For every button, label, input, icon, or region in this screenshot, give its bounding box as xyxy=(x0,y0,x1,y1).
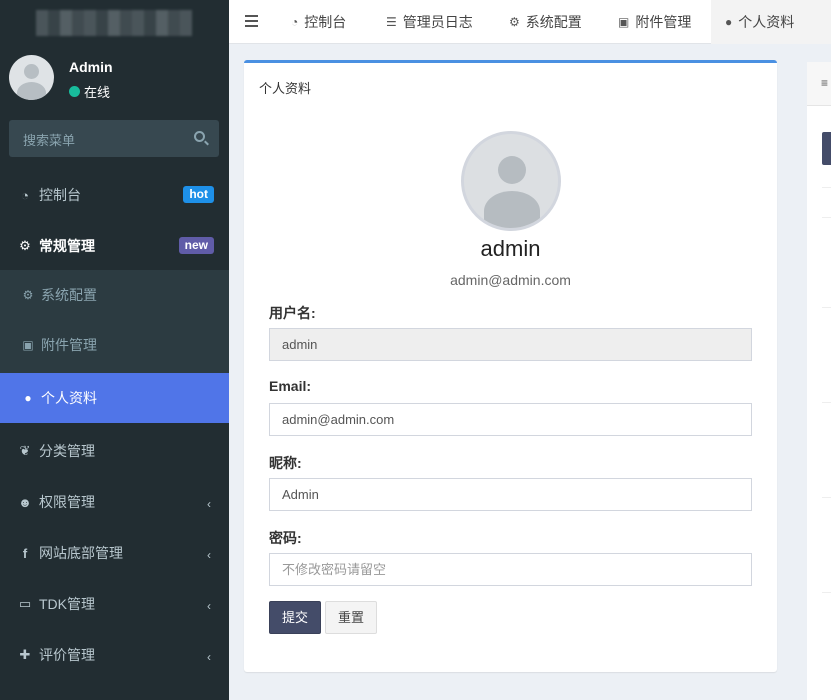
box-title: 个人资料 xyxy=(259,81,312,96)
tab-label: 系统配置 xyxy=(525,14,582,30)
sidebar-item-dashboard[interactable]: ◔ 控制台 hot xyxy=(0,170,229,220)
avatar xyxy=(9,55,54,100)
user-status: 在线 xyxy=(69,82,110,101)
sidebar: Admin 在线 搜索菜单 ◔ 控制台 hot ⚙ 常规管理 new ⚙ 系统配… xyxy=(0,0,229,700)
tab-label: 管理员日志 xyxy=(402,14,473,30)
dashboard-icon: ◔ xyxy=(21,187,29,203)
nickname-field[interactable]: Admin xyxy=(269,478,752,511)
divider xyxy=(822,497,831,498)
divider xyxy=(822,307,831,308)
submit-button[interactable]: 提交 xyxy=(269,601,321,634)
divider xyxy=(822,592,831,593)
tab-label: 控制台 xyxy=(304,14,347,30)
menu-toggle-icon[interactable] xyxy=(245,15,258,27)
chevron-left-icon: ‹ xyxy=(207,650,211,664)
sidebar-item-label: 网站底部管理 xyxy=(39,545,123,561)
profile-email: admin@admin.com xyxy=(450,272,571,288)
sidebar-item-label: 控制台 xyxy=(39,187,81,203)
gear-icon: ⚙ xyxy=(509,15,520,29)
tab-admin-log[interactable]: ☰ 管理员日志 xyxy=(372,0,487,44)
sidebar-item-system-config[interactable]: ⚙ 系统配置 xyxy=(0,270,229,320)
username-label: 用户名: xyxy=(269,305,316,321)
search-icon[interactable] xyxy=(194,131,205,142)
tab-profile[interactable]: ● 个人资料 xyxy=(711,0,831,44)
user-status-label: 在线 xyxy=(84,85,111,100)
sidebar-item-label: 权限管理 xyxy=(39,494,95,510)
email-field[interactable]: admin@admin.com xyxy=(269,403,752,436)
sidebar-item-reviews[interactable]: ✚ 评价管理 ‹ xyxy=(0,630,229,680)
sidebar-item-label: 个人资料 xyxy=(41,390,97,406)
sidebar-item-permissions[interactable]: ☻ 权限管理 ‹ xyxy=(0,477,229,527)
divider xyxy=(822,217,831,218)
desktop-icon: ▭ xyxy=(18,596,32,611)
sidebar-item-label: 系统配置 xyxy=(41,287,97,303)
logo xyxy=(36,10,192,36)
sidebar-item-label: 评价管理 xyxy=(39,647,95,663)
sidebar-item-label: 附件管理 xyxy=(41,337,97,353)
gear-icon: ⚙ xyxy=(22,288,34,302)
leaf-icon: ❦ xyxy=(19,443,31,458)
list-icon: ≡ xyxy=(821,76,829,90)
tab-label: 个人资料 xyxy=(738,14,795,30)
online-dot-icon xyxy=(69,86,80,97)
dashboard-icon: ◔ xyxy=(291,15,299,29)
profile-avatar[interactable] xyxy=(461,131,561,231)
sidebar-submenu: ⚙ 系统配置 ▣ 附件管理 ● 个人资料 xyxy=(0,270,229,423)
right-panel-button[interactable] xyxy=(822,132,831,165)
password-label: 密码: xyxy=(269,530,302,546)
nickname-label: 昵称: xyxy=(269,455,302,471)
username-field: admin xyxy=(269,328,752,361)
user-icon: ● xyxy=(24,391,32,405)
menu-search-input[interactable]: 搜索菜单 xyxy=(9,120,219,157)
top-navbar: ◔ 控制台 ☰ 管理员日志 ⚙ 系统配置 ▣ 附件管理 ● 个人资料 xyxy=(229,0,831,44)
sidebar-item-label: TDK管理 xyxy=(39,596,95,612)
profile-name: admin xyxy=(480,236,541,261)
tab-dashboard[interactable]: ◔ 控制台 xyxy=(277,0,360,44)
user-name: Admin xyxy=(69,59,113,75)
chevron-left-icon: ‹ xyxy=(207,497,211,511)
sidebar-item-footer[interactable]: f 网站底部管理 ‹ xyxy=(0,528,229,578)
sidebar-item-profile[interactable]: ● 个人资料 xyxy=(0,373,229,423)
sidebar-item-label: 常规管理 xyxy=(39,238,95,254)
user-panel: Admin 在线 xyxy=(0,44,229,110)
hot-badge: hot xyxy=(183,186,214,203)
profile-box: 个人资料 admin admin@admin.com 用户名: admin Em… xyxy=(244,60,777,672)
user-icon: ● xyxy=(725,15,733,29)
cogs-icon: ⚙ xyxy=(19,238,31,253)
divider xyxy=(822,402,831,403)
tab-system-config[interactable]: ⚙ 系统配置 xyxy=(495,0,596,44)
menu-search-placeholder: 搜索菜单 xyxy=(23,133,76,148)
new-badge: new xyxy=(178,237,214,254)
facebook-icon: f xyxy=(22,545,28,561)
image-icon: ▣ xyxy=(618,15,630,29)
chevron-left-icon: ‹ xyxy=(207,548,211,562)
list-icon: ☰ xyxy=(386,15,397,29)
right-panel-header: ≡ xyxy=(807,62,831,106)
users-icon: ☻ xyxy=(18,494,32,510)
sidebar-item-category[interactable]: ❦ 分类管理 xyxy=(0,426,229,476)
sidebar-item-attachments[interactable]: ▣ 附件管理 xyxy=(0,320,229,370)
password-field[interactable] xyxy=(269,553,752,586)
sidebar-item-general[interactable]: ⚙ 常规管理 new xyxy=(0,221,229,271)
tab-label: 附件管理 xyxy=(635,14,692,30)
puzzle-icon: ✚ xyxy=(19,647,31,662)
chevron-left-icon: ‹ xyxy=(207,599,211,613)
right-panel: ≡ xyxy=(807,62,831,700)
sidebar-item-tdk[interactable]: ▭ TDK管理 ‹ xyxy=(0,579,229,629)
reset-button[interactable]: 重置 xyxy=(325,601,377,634)
tab-attachments[interactable]: ▣ 附件管理 xyxy=(604,0,705,44)
divider xyxy=(822,187,831,188)
image-icon: ▣ xyxy=(22,338,34,352)
sidebar-item-label: 分类管理 xyxy=(39,443,95,459)
email-label: Email: xyxy=(269,378,312,394)
